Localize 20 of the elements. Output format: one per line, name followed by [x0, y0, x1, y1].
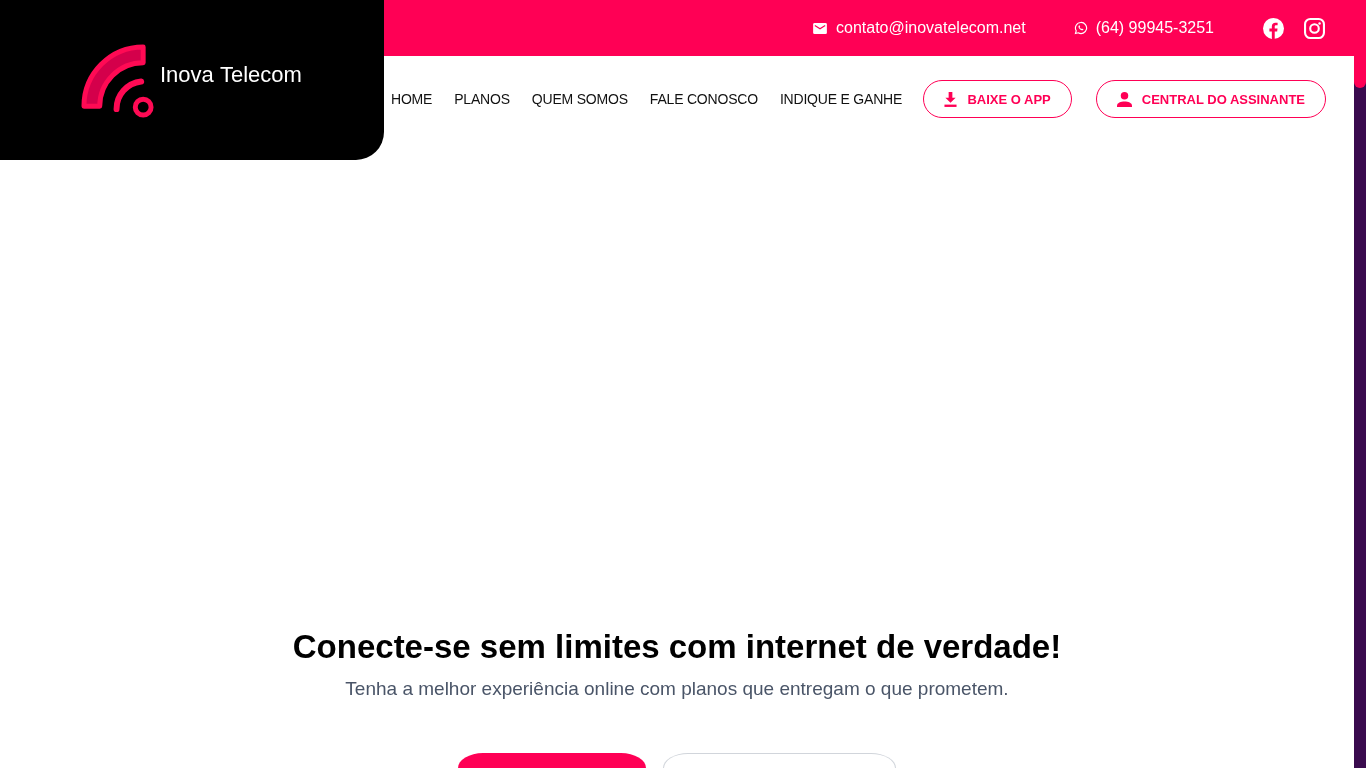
- instagram-icon[interactable]: [1304, 17, 1325, 39]
- email-link[interactable]: contato@inovatelecom.net: [836, 19, 1026, 37]
- facebook-icon[interactable]: [1263, 17, 1284, 39]
- whatsapp-icon: [1073, 21, 1088, 35]
- nav-link[interactable]: INDIQUE E GANHE: [779, 91, 903, 107]
- phone-link[interactable]: (64) 99945-3251: [1095, 19, 1214, 37]
- primary-button[interactable]: [458, 753, 646, 768]
- download-app-button[interactable]: BAIXE O APP: [923, 80, 1072, 118]
- nav-link[interactable]: PLANOS: [454, 91, 510, 107]
- nav-link[interactable]: QUEM SOMOS: [531, 91, 628, 107]
- nav-link[interactable]: HOME: [391, 91, 433, 107]
- logo-text: Inova Telecom: [160, 62, 302, 88]
- hero-title: Conecte-se sem limites com internet de verdade!: [292, 627, 1062, 667]
- nav-link[interactable]: FALE CONOSCO: [649, 91, 758, 107]
- subscriber-area-button[interactable]: CENTRAL DO ASSINANTE: [1095, 80, 1326, 118]
- user-icon: [1116, 91, 1132, 107]
- scrollbar-thumb[interactable]: [1354, 0, 1366, 88]
- hero-subtitle: Tenha a melhor experiência online com planos que entregam o que prometem.: [345, 677, 1009, 701]
- download-icon: [944, 91, 958, 107]
- email-icon: [813, 22, 827, 34]
